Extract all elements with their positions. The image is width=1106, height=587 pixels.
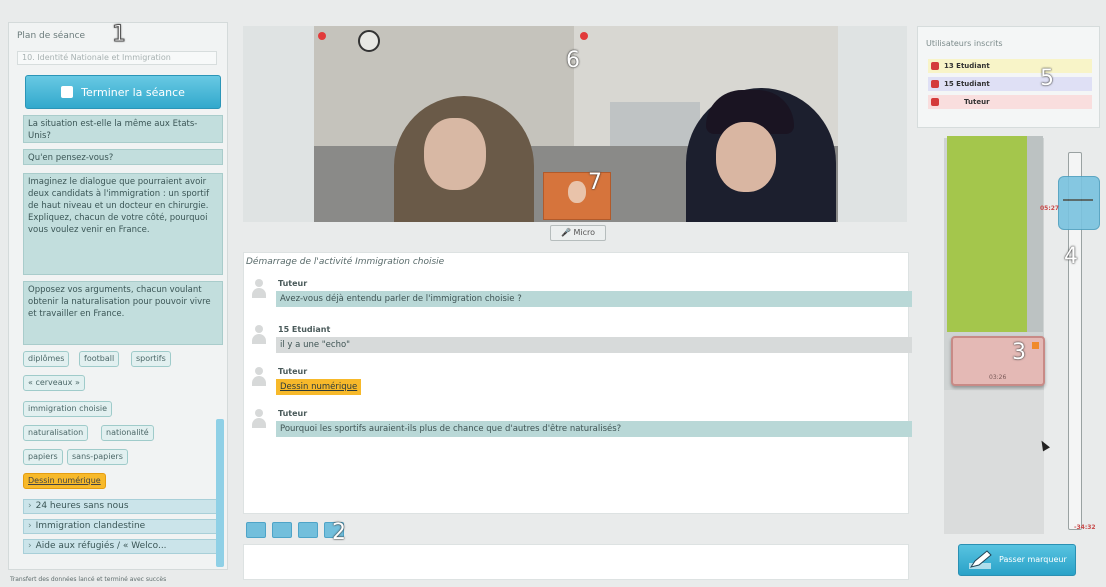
end-session-button[interactable]: Terminer la séance [25,75,221,109]
clock-icon [358,30,380,52]
status-icon [931,98,939,106]
activity-item[interactable]: › Immigration clandestine [23,519,223,534]
users-title: Utilisateurs inscrits [926,39,1003,48]
pencil-icon [969,550,992,569]
timeline-slider-handle[interactable] [1058,176,1100,230]
user-name: 13 Etudiant [944,62,990,70]
user-avatar-icon [250,279,268,299]
tool-button[interactable] [298,522,318,538]
plan-selector[interactable]: 10. Identité Nationale et Immigration [17,51,217,65]
timeline-remaining [944,390,1044,534]
user-name: 15 Etudiant [944,80,990,88]
micro-label: Micro [573,228,596,237]
question-item[interactable]: Imaginez le dialogue que pourraient avoi… [23,173,223,275]
handle-time: 05:27 [1040,205,1060,212]
user-row[interactable]: Tuteur [928,95,1092,109]
message-author: Tuteur [278,367,308,376]
chevron-right-icon: › [28,501,32,511]
user-row[interactable]: 13 Etudiant [928,59,1092,73]
keyword-tag[interactable]: naturalisation [23,425,89,441]
chat-header: Démarrage de l'activité Immigration choi… [246,257,445,267]
activity-item[interactable]: › 24 heures sans nous [23,499,223,514]
record-icon [318,32,326,40]
question-item[interactable]: Opposez vos arguments, chacun voulant ob… [23,281,223,345]
question-item[interactable]: Qu'en pensez-vous? [23,149,223,165]
keyword-tag[interactable]: sportifs [131,351,171,367]
message-text: Avez-vous déjà entendu parler de l'immig… [276,291,912,307]
user-avatar-icon [250,409,268,429]
question-item[interactable]: La situation est-elle la même aux Etats-… [23,115,223,143]
pass-marker-label: Passer marqueur [999,555,1067,564]
keyword-tag[interactable]: football [79,351,120,367]
keyword-tag[interactable]: sans-papiers [67,449,128,465]
message-link[interactable]: Dessin numérique [276,379,362,395]
tool-button[interactable] [272,522,292,538]
message-text: il y a une "echo" [276,337,912,353]
participant-face [568,181,586,203]
user-name: Tuteur [964,98,990,106]
end-time: -34:32 [1074,524,1096,531]
activity-label: 24 heures sans nous [35,501,129,511]
message-author: Tuteur [278,409,308,418]
chevron-right-icon: › [28,521,32,531]
microphone-icon: 🎤 [560,228,574,237]
user-avatar-icon [250,325,268,345]
media-tag[interactable]: Dessin numérique [23,473,106,489]
annotation-number: 6 [566,48,580,73]
annotation-number: 2 [332,520,346,545]
pass-marker-button[interactable]: Passer marqueur [958,544,1076,576]
message-author: 15 Etudiant [278,325,331,334]
activity-label: Aide aux réfugiés / « Welco... [35,541,167,551]
handle-line [1063,199,1093,201]
keyword-tag[interactable]: « cerveaux » [23,375,85,391]
record-icon [580,32,588,40]
chevron-right-icon: › [28,541,32,551]
annotation-number: 5 [1040,66,1054,91]
keyword-tag[interactable]: diplômes [23,351,70,367]
annotation-number: 1 [112,22,127,48]
scrollbar[interactable] [216,419,224,567]
annotation-number: 7 [588,170,602,195]
end-session-label: Terminer la séance [81,85,185,99]
timeline-completed [947,136,1027,332]
block-time: 03:26 [989,374,1007,381]
participant-face [716,122,776,192]
participant-face [424,118,486,190]
activity-item[interactable]: › Aide aux réfugiés / « Welco... [23,539,223,554]
message-author: Tuteur [278,279,308,288]
tool-button[interactable] [246,522,266,538]
user-row[interactable]: 15 Etudiant [928,77,1092,91]
video-background [610,102,700,146]
status-icon [931,62,939,70]
keyword-tag[interactable]: papiers [23,449,63,465]
users-panel: Utilisateurs inscrits 13 Etudiant 15 Etu… [917,26,1100,128]
session-plan-panel: Plan de séance 10. Identité Nationale et… [8,22,228,570]
marker-icon [1032,342,1039,349]
activity-label: Immigration clandestine [35,521,146,531]
status-icon [931,80,939,88]
annotation-number: 4 [1064,244,1078,269]
panel-title: Plan de séance [17,31,86,41]
micro-button[interactable]: 🎤 Micro [550,225,606,241]
timeline-marker-block[interactable]: 03:26 [951,336,1045,386]
keyword-tag[interactable]: nationalité [101,425,154,441]
chat-input[interactable] [243,544,909,580]
annotation-number: 3 [1012,340,1026,365]
timeline-gap [1027,136,1043,332]
chat-panel: Démarrage de l'activité Immigration choi… [243,252,912,514]
message-text: Pourquoi les sportifs auraient-ils plus … [276,421,912,437]
checkbox-icon [61,86,74,98]
user-avatar-icon [250,367,268,387]
status-text: Transfert des données lancé et terminé a… [10,576,167,583]
keyword-tag[interactable]: immigration choisie [23,401,113,417]
